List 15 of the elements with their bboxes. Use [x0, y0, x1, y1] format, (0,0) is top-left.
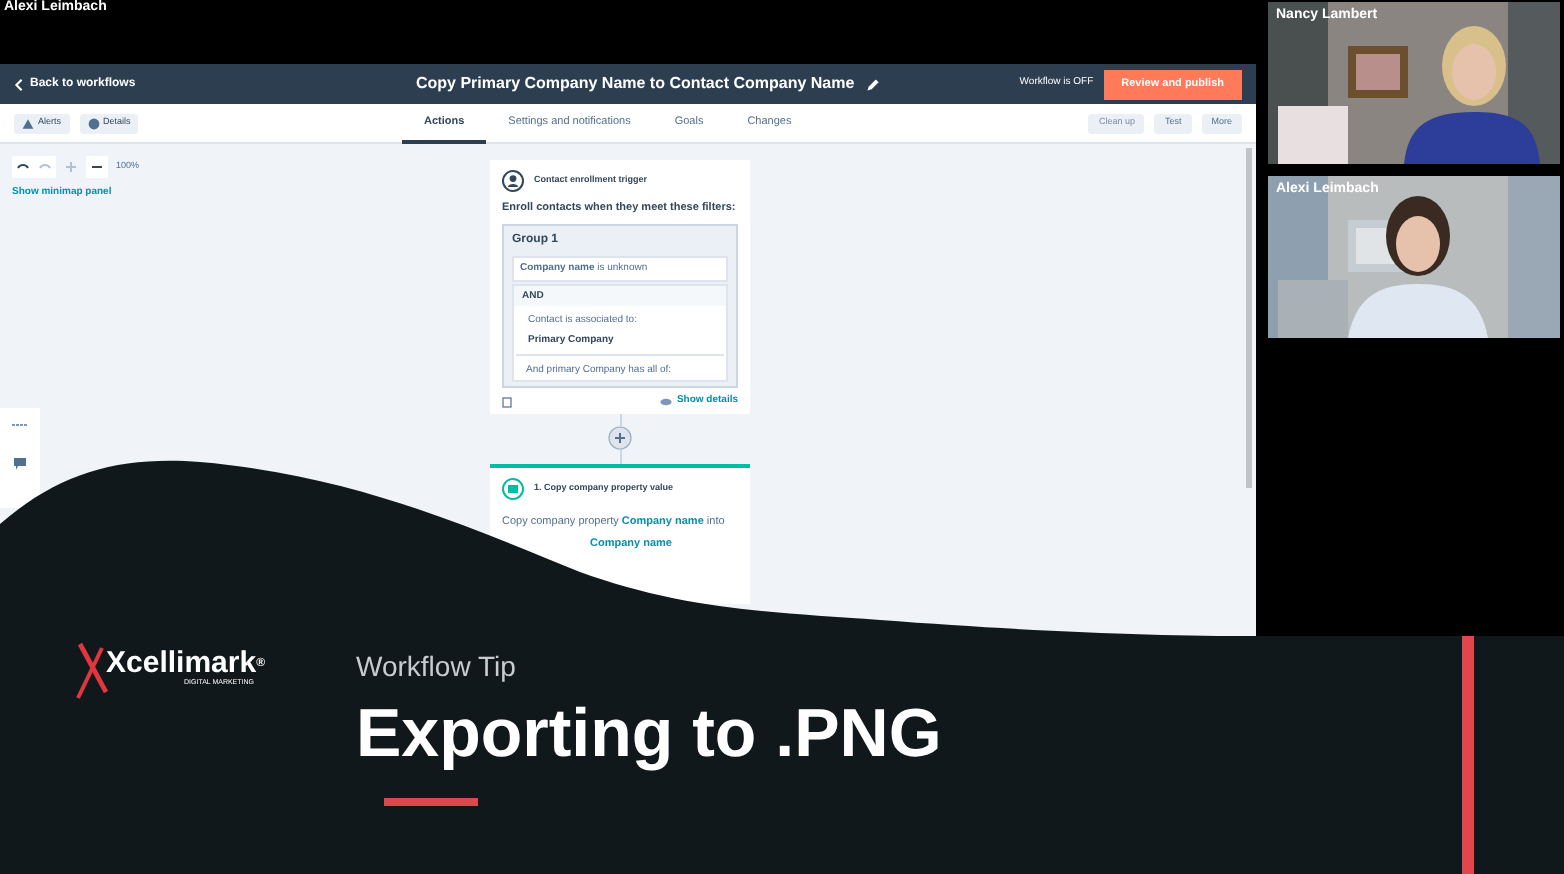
info-icon — [87, 117, 100, 129]
banner-title: Exporting to .PNG — [356, 700, 942, 768]
brand-name: Xcellimark$^{®}$ — [106, 648, 265, 678]
workflow-title: Copy Primary Company Name to Contact Company Name — [416, 72, 855, 96]
comment-icon[interactable] — [14, 457, 26, 469]
grid-icon[interactable] — [12, 421, 28, 427]
add-step-icon[interactable] — [608, 426, 632, 451]
x-logo-icon — [76, 640, 108, 700]
zoom-out-icon[interactable] — [86, 156, 108, 178]
warning-icon — [22, 117, 34, 129]
kicker-text: Workflow Tip — [356, 652, 518, 680]
chevron-left-icon — [14, 77, 24, 91]
copy-property-icon — [502, 478, 524, 501]
person-icon — [502, 170, 524, 192]
pencil-icon[interactable] — [866, 77, 881, 91]
